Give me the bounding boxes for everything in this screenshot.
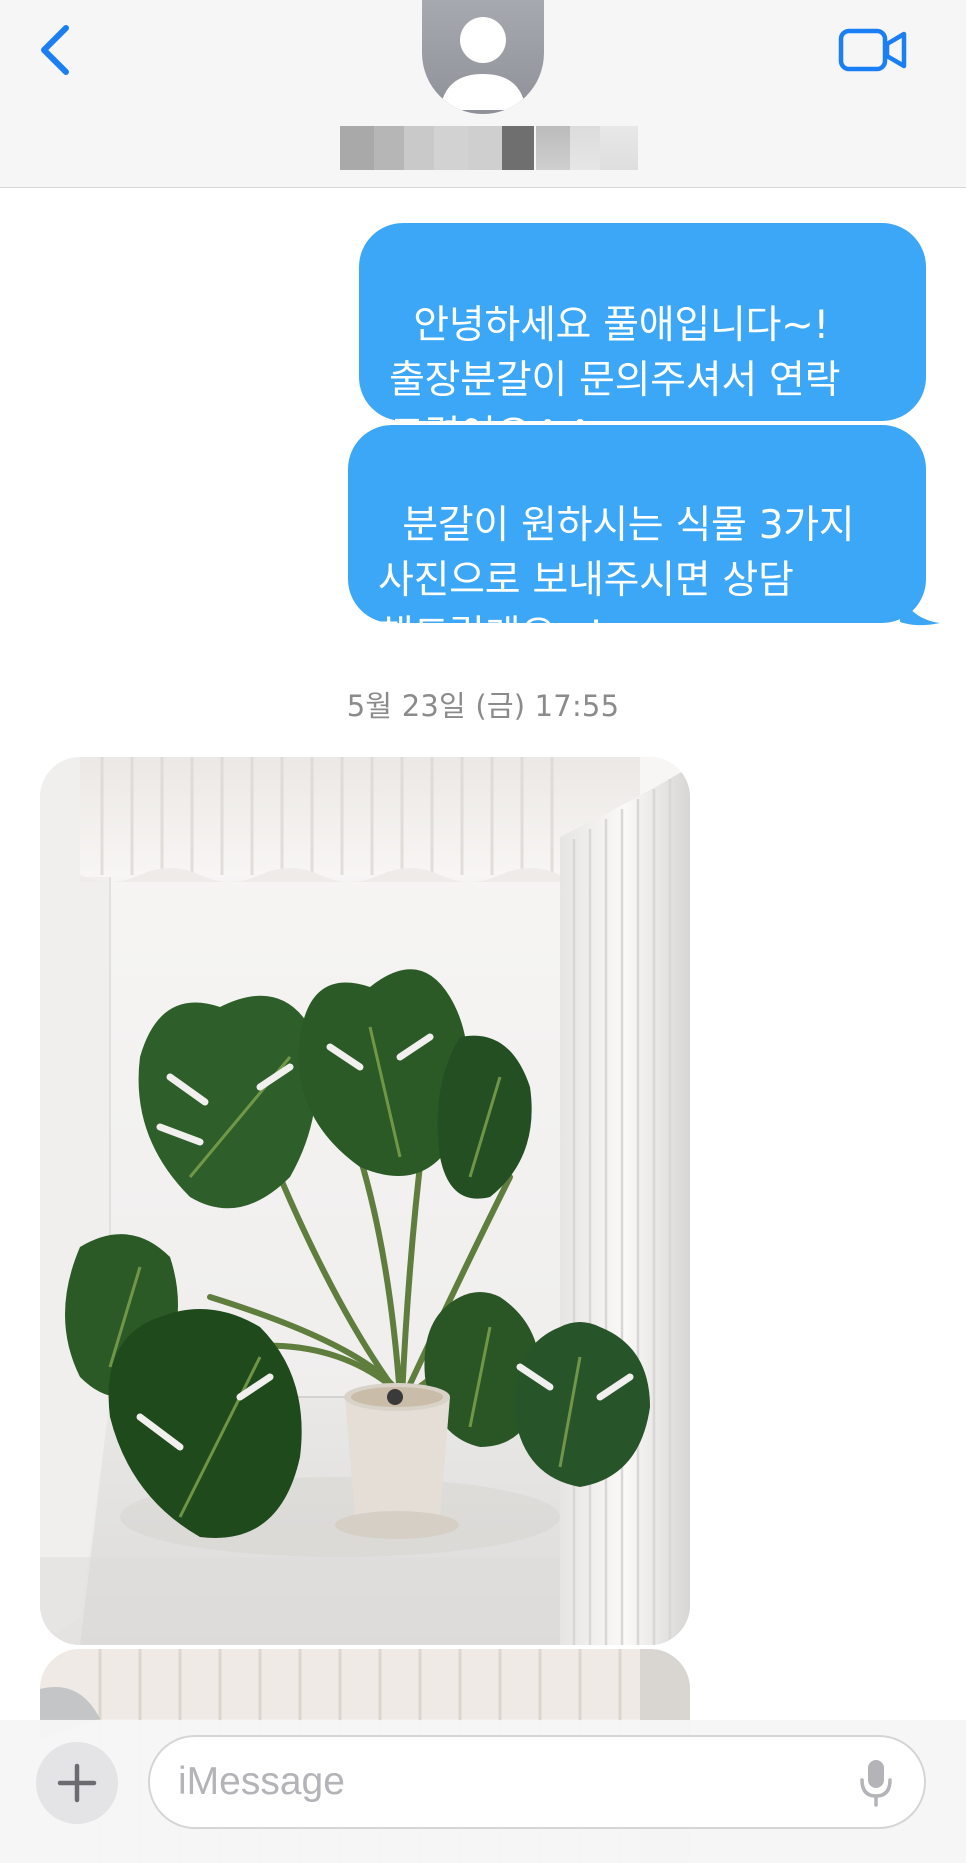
imessage-input[interactable] xyxy=(178,1737,838,1827)
photo-attachment[interactable] xyxy=(40,757,690,1645)
message-field[interactable] xyxy=(148,1735,926,1829)
video-camera-icon xyxy=(838,28,907,72)
monstera-plant-photo xyxy=(40,757,690,1645)
contact-avatar[interactable] xyxy=(422,0,544,114)
dictation-button[interactable] xyxy=(858,1757,894,1809)
contact-name-redacted[interactable] xyxy=(340,126,534,170)
bubble-tail xyxy=(900,586,940,626)
outgoing-message-bubble[interactable]: 안녕하세요 풀애입니다~! 출장분갈이 문의주셔서 연락 드렸어요^^ xyxy=(359,223,926,458)
conversation-header xyxy=(0,0,966,188)
contact-detail-redacted xyxy=(536,126,638,170)
add-attachment-button[interactable] xyxy=(36,1742,118,1824)
outgoing-message-bubble[interactable]: 분갈이 원하시는 식물 3가지 사진으로 보내주시면 상담 해드릴게요~! xyxy=(348,425,926,658)
back-button[interactable] xyxy=(36,22,80,82)
facetime-video-button[interactable] xyxy=(838,26,908,74)
chevron-left-icon xyxy=(41,25,69,75)
message-text: 분갈이 원하시는 식물 3가지 사진으로 보내주시면 상담 해드릴게요~! xyxy=(378,503,855,658)
plus-icon xyxy=(57,1763,97,1803)
person-silhouette-icon xyxy=(440,17,526,110)
message-timestamp: 5월 23일 (금) 17:55 xyxy=(346,689,620,723)
microphone-icon xyxy=(860,1760,892,1807)
